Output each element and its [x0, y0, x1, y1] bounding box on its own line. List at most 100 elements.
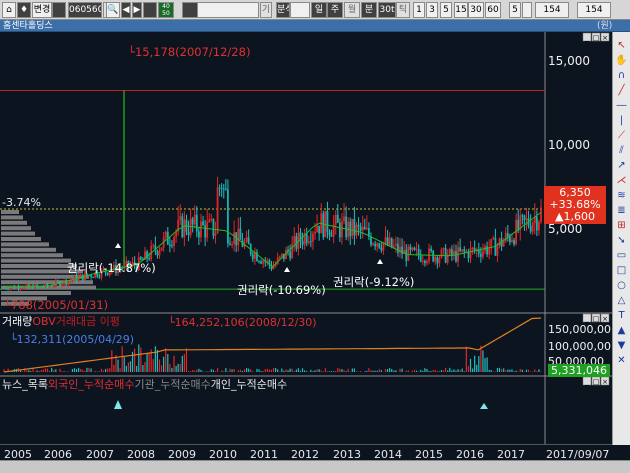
stock-name-field[interactable]: 홈센타홀딩스: [182, 2, 198, 18]
candle: [158, 250, 161, 256]
title-bar: 홈센타홀딩스 (원): [0, 20, 630, 32]
code-spin-button[interactable]: [52, 2, 66, 18]
rank-button[interactable]: 40 50: [158, 2, 174, 18]
day-button[interactable]: 일: [311, 2, 327, 18]
arrow-icon[interactable]: ➘: [615, 235, 628, 247]
candle: [363, 226, 366, 230]
min-price-label: └788(2005/01/31): [4, 298, 109, 312]
candle: [409, 246, 412, 250]
candle: [540, 207, 542, 222]
candle: [233, 232, 236, 245]
stock-code-input[interactable]: 060560: [68, 2, 102, 18]
hand-icon[interactable]: ✋: [615, 55, 628, 67]
delete-icon[interactable]: ✕: [615, 355, 628, 367]
candle: [498, 238, 501, 246]
candle: [334, 214, 337, 225]
interval-1-button[interactable]: 1: [413, 2, 425, 18]
candle: [301, 241, 304, 245]
candle: [191, 218, 194, 225]
volume-max-text: 164,252,106(2008/12/30): [174, 316, 317, 329]
box-icon[interactable]: ▭: [615, 250, 628, 262]
interval-15-button[interactable]: 15: [454, 2, 468, 18]
foreign-net-label: 외국인_누적순매수: [47, 378, 135, 391]
bottom-scrollbar[interactable]: [0, 460, 630, 473]
search-button[interactable]: 🔍: [106, 2, 120, 18]
volume-profile-bar: [1, 220, 27, 225]
total-count-field[interactable]: 154: [577, 2, 611, 18]
candle: [224, 188, 227, 190]
channel-icon[interactable]: ⫽: [615, 145, 628, 157]
volume-current: 5,331,046: [548, 364, 610, 377]
text-icon[interactable]: T: [615, 310, 628, 322]
candle: [168, 244, 171, 246]
trend-icon[interactable]: ↗: [615, 160, 628, 172]
menu-button[interactable]: ♦: [17, 2, 31, 18]
interval-60-button[interactable]: 60: [485, 2, 501, 18]
candle: [411, 247, 414, 250]
list-button[interactable]: [143, 2, 157, 18]
candle: [419, 255, 422, 262]
volume-tick-label: 150,000,00: [548, 323, 611, 336]
count-spin-button[interactable]: [522, 2, 532, 18]
visible-count-field[interactable]: 154: [535, 2, 569, 18]
magnet-icon[interactable]: ∩: [615, 70, 628, 82]
hline-icon[interactable]: ―: [615, 100, 628, 112]
next-button[interactable]: ▶: [132, 2, 142, 18]
week-button[interactable]: 주: [327, 2, 343, 18]
ray-icon[interactable]: ⟋: [615, 130, 628, 142]
panel-window-button-glyph: ×: [602, 378, 608, 386]
prev-button[interactable]: ◀: [121, 2, 131, 18]
zoom-button[interactable]: [290, 2, 310, 18]
candle: [521, 215, 524, 217]
candle: [48, 286, 51, 288]
candle: [197, 231, 200, 238]
minute-button[interactable]: 분: [361, 2, 377, 18]
analysis-button[interactable]: 분석: [276, 2, 290, 18]
candle: [237, 228, 240, 246]
volume-tick-label: 100,000,00: [548, 340, 611, 353]
candle: [365, 228, 368, 230]
candle: [220, 187, 223, 189]
down-arrow-icon[interactable]: ▼: [615, 340, 628, 352]
panel-window-button-glyph: _: [584, 378, 589, 386]
code-change-button[interactable]: 변경: [32, 2, 52, 18]
interval-30-button[interactable]: 30: [468, 2, 484, 18]
candle: [57, 281, 59, 283]
vline-icon[interactable]: |: [615, 115, 628, 127]
interval-3-button[interactable]: 3: [426, 2, 438, 18]
candle: [413, 247, 416, 250]
triangle-icon[interactable]: △: [615, 295, 628, 307]
interval-input[interactable]: 30t: [378, 2, 396, 18]
candle: [448, 249, 451, 255]
cycle-icon[interactable]: ≋: [615, 190, 628, 202]
home-button[interactable]: ⌂: [2, 2, 16, 18]
candle: [529, 225, 532, 232]
candle: [392, 245, 395, 248]
up-arrow-icon[interactable]: ▲: [615, 325, 628, 337]
line-icon[interactable]: ╱: [615, 85, 628, 97]
fibo-icon[interactable]: ≣: [615, 205, 628, 217]
rect-icon[interactable]: □: [615, 265, 628, 277]
tick-button[interactable]: 틱: [396, 2, 410, 18]
candle: [438, 257, 441, 264]
candle: [222, 188, 225, 190]
fan-icon[interactable]: ⋌: [615, 175, 628, 187]
count-input[interactable]: 5: [509, 2, 521, 18]
candle: [471, 247, 474, 249]
candle: [343, 216, 345, 222]
candle: [229, 243, 231, 245]
candle: [278, 256, 281, 258]
candle: [316, 225, 318, 232]
candle: [227, 189, 229, 244]
candle: [200, 221, 202, 238]
candle: [19, 288, 22, 290]
candle: [463, 249, 466, 252]
candle: [382, 242, 385, 251]
candle: [280, 253, 283, 257]
circle-icon[interactable]: ○: [615, 280, 628, 292]
gann-icon[interactable]: ⊞: [615, 220, 628, 232]
month-button[interactable]: 월: [344, 2, 360, 18]
cursor-icon[interactable]: ↖: [615, 40, 628, 52]
interval-5-button[interactable]: 5: [440, 2, 452, 18]
inst-net-label: 기관_누적순매수: [134, 378, 211, 391]
